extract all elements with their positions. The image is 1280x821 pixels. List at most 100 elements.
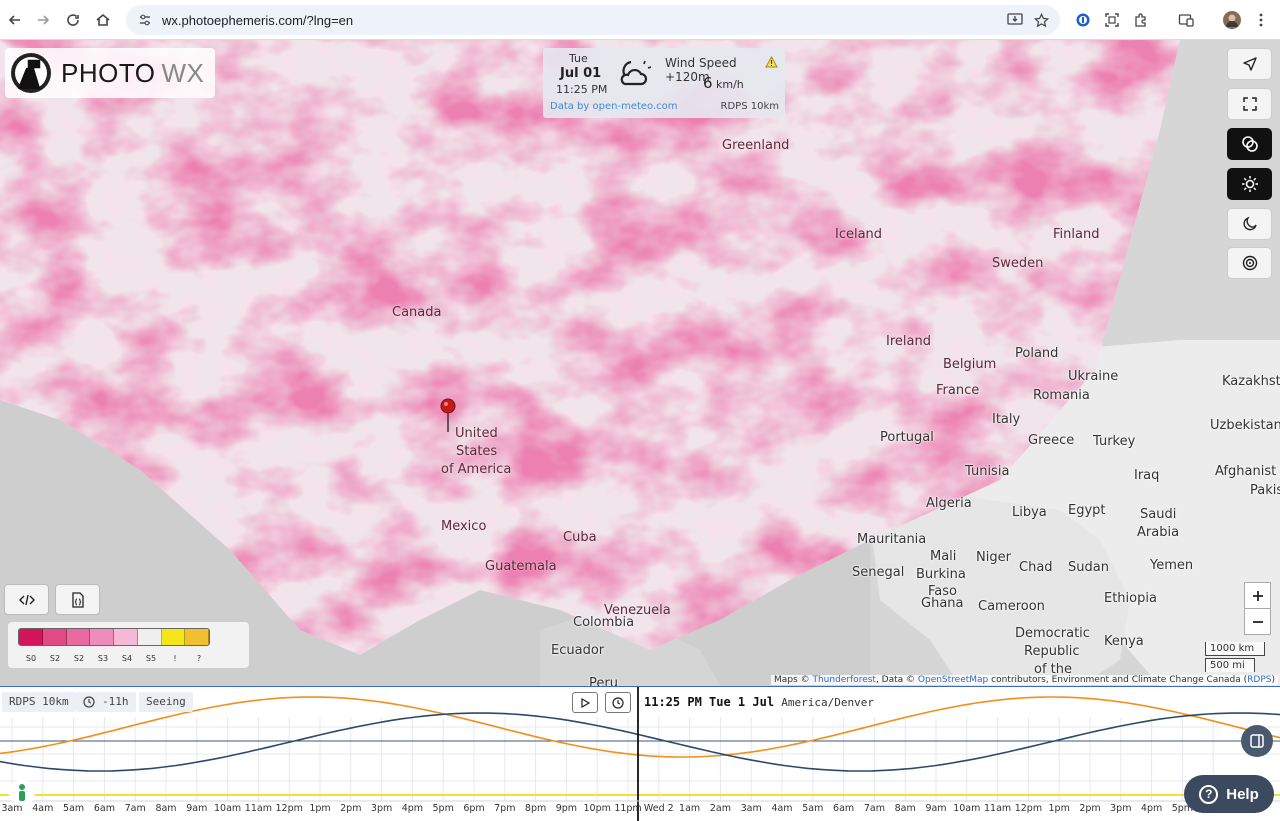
target-icon (1242, 255, 1257, 271)
zoom-out-button[interactable] (1244, 608, 1271, 635)
map-label-mauritania: Mauritania (857, 532, 927, 547)
map-label-finland: Finland (1053, 227, 1100, 242)
weather-map[interactable]: Greenland Iceland Finland Sweden Canada … (0, 40, 1280, 686)
hour-label: 10pm (583, 803, 611, 814)
hour-label: 1pm (1048, 803, 1070, 814)
map-label-peru: Peru (589, 676, 618, 686)
reload-button[interactable] (58, 5, 88, 35)
play-button[interactable] (572, 692, 598, 713)
timeline-panel[interactable]: RDPS 10km -11h Seeing 11:25 PM Tue 1 Jul… (0, 686, 1280, 821)
browser-menu-icon[interactable] (1246, 5, 1276, 35)
map-label-afghanistan: Afghanist (1215, 464, 1277, 479)
map-label-sudan: Sudan (1068, 560, 1109, 575)
play-icon (581, 697, 590, 708)
hour-label: 3pm (1110, 803, 1132, 814)
hour-label: 9pm (555, 803, 578, 814)
back-button[interactable] (0, 5, 30, 35)
legend-label: S0 (25, 654, 37, 663)
forecast-time: 11:25 PM (556, 83, 608, 96)
forward-button[interactable] (28, 5, 58, 35)
layers-button[interactable] (1227, 128, 1272, 160)
moon-icon (1242, 216, 1257, 231)
night-partly-cloudy-icon (620, 60, 651, 86)
map-label-greece: Greece (1028, 433, 1075, 448)
extensions-icon[interactable] (1126, 5, 1156, 35)
map-label-belgium: Belgium (943, 357, 997, 372)
zoom-in-button[interactable] (1244, 582, 1271, 609)
hour-label: 11am (984, 803, 1012, 814)
photowx-logo[interactable]: PHOTO WX (5, 48, 215, 98)
hour-label: 9am (186, 803, 208, 814)
json-export-button[interactable] (55, 584, 100, 615)
attribution-suffix: contributors, Environment and Climate Ch… (988, 675, 1248, 685)
help-button[interactable]: ? Help (1184, 775, 1274, 813)
map-label-saudi: Saudi (1140, 507, 1177, 522)
hour-label: 8pm (524, 803, 547, 814)
legend-label: S2 (49, 654, 61, 663)
attribution-close: ) (1271, 675, 1275, 685)
map-label-turkey: Turkey (1093, 434, 1136, 449)
url-text: wx.photoephemeris.com/?lng=en (162, 12, 354, 28)
legend-swatch (137, 629, 162, 645)
legend-swatch (66, 629, 91, 645)
moon-button[interactable] (1227, 208, 1272, 240)
time-offset-value: -11h (102, 695, 129, 708)
profile-avatar-icon[interactable] (1217, 5, 1247, 35)
hour-label: 11pm (614, 803, 642, 814)
wind-speed-unit: km/h (716, 78, 744, 91)
hour-label: 4pm (1140, 803, 1163, 814)
map-label-mexico: Mexico (441, 519, 487, 534)
site-settings-icon[interactable] (138, 13, 152, 27)
rdps-link[interactable]: RDPS (1247, 675, 1271, 685)
question-icon: ? (1199, 784, 1219, 804)
fullscreen-button[interactable] (1227, 88, 1272, 120)
warning-icon[interactable] (765, 56, 778, 68)
data-source-link[interactable]: Data by open-meteo.com (550, 101, 678, 112)
sun-button[interactable] (1227, 168, 1272, 200)
timezone-text: America/Denver (781, 696, 874, 709)
install-app-icon[interactable] (1002, 5, 1028, 35)
password-manager-icon[interactable] (1068, 5, 1098, 35)
screenshot-icon[interactable] (1097, 5, 1127, 35)
map-label-cuba: Cuba (563, 530, 597, 545)
home-button[interactable] (88, 5, 118, 35)
scale-km: 1000 km (1205, 642, 1265, 656)
attribution-prefix: Maps © (774, 675, 813, 685)
legend-swatch (90, 629, 114, 645)
street-view-icon[interactable] (9, 780, 35, 806)
target-button[interactable] (1227, 247, 1272, 279)
locate-button[interactable] (1227, 48, 1272, 80)
embed-code-button[interactable] (4, 584, 49, 615)
thunderforest-link[interactable]: Thunderforest (812, 675, 876, 685)
map-label-drc-line1: Democratic (1015, 626, 1090, 641)
side-panel-toggle-button[interactable] (1241, 725, 1273, 757)
bookmark-star-icon[interactable] (1028, 5, 1054, 35)
map-label-romania: Romania (1033, 388, 1090, 403)
map-label-iraq: Iraq (1134, 468, 1160, 483)
minus-icon (1252, 620, 1263, 623)
current-time-text: 11:25 PM Tue 1 Jul (644, 695, 775, 709)
map-label-egypt: Egypt (1068, 503, 1106, 518)
scale-mi: 500 mi (1205, 658, 1255, 672)
osm-link[interactable]: OpenStreetMap (918, 675, 988, 685)
map-label-tunisia: Tunisia (965, 464, 1010, 479)
legend-label: ? (196, 654, 202, 663)
json-file-icon (71, 591, 84, 608)
map-label-usa-line2: States (456, 444, 498, 459)
now-button[interactable] (605, 692, 631, 713)
hour-label: 1pm (309, 803, 331, 814)
forecast-day: Tue (569, 52, 588, 65)
map-label-kazakhstan: Kazakhst (1222, 374, 1280, 389)
map-attribution: Maps © Thunderforest, Data © OpenStreetM… (771, 675, 1278, 685)
cast-icon[interactable] (1171, 5, 1201, 35)
map-label-algeria: Algeria (926, 496, 972, 511)
layer-chip[interactable]: Seeing (139, 692, 193, 712)
map-label-niger: Niger (976, 550, 1011, 565)
map-label-italy: Italy (992, 412, 1021, 427)
home-icon (96, 13, 110, 26)
weather-info-panel: Tue Jul 01 11:25 PM Wind Speed +120m 6 k… (543, 48, 785, 118)
map-label-ghana: Ghana (921, 596, 964, 611)
hour-label: 7am (124, 803, 146, 814)
address-bar[interactable]: wx.photoephemeris.com/?lng=en (126, 5, 1060, 35)
model-chip[interactable]: RDPS 10km (2, 692, 76, 712)
